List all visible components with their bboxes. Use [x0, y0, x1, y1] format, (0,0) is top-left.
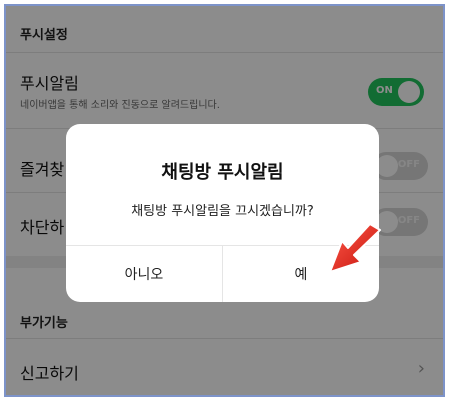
screenshot-frame: 푸시설정 푸시알림 네이버앱을 통해 소리와 진동으로 알려드립니다. ON 즐…	[4, 4, 445, 397]
dialog-message: 채팅방 푸시알림을 끄시겠습니까?	[131, 204, 314, 219]
cancel-button[interactable]: 아니오	[66, 246, 222, 302]
dialog-title: 채팅방 푸시알림	[161, 162, 284, 183]
red-arrow-pointer-icon	[329, 224, 381, 273]
settings-screen: 푸시설정 푸시알림 네이버앱을 통해 소리와 진동으로 알려드립니다. ON 즐…	[6, 6, 443, 395]
